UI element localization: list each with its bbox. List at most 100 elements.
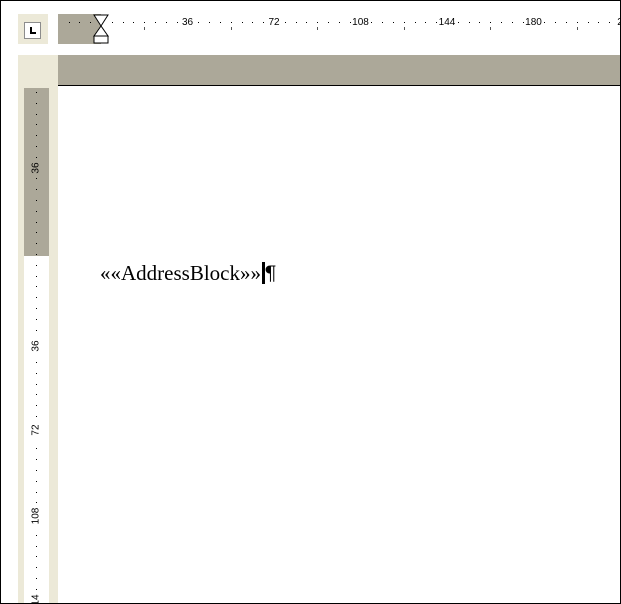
ruler-tick [36, 318, 37, 320]
ruler-tick [36, 232, 37, 234]
address-block-merge-field[interactable]: ««AddressBlock»» ¶ [100, 261, 277, 286]
ruler-tick [457, 22, 459, 23]
ruler-tick [252, 22, 254, 23]
ruler-tick [36, 189, 37, 191]
ruler-tick [36, 254, 37, 255]
ruler-tick [522, 22, 524, 23]
ruler-tick [36, 308, 37, 309]
ruler-tick [36, 102, 37, 104]
ruler-tick [36, 92, 37, 93]
ruler-tick [36, 567, 37, 569]
ruler-tick [555, 22, 557, 23]
ruler-tick [36, 264, 37, 266]
ruler-tick [68, 22, 70, 23]
ruler-tick [565, 22, 567, 23]
ruler-tick [306, 22, 308, 23]
ruler-label: 108 [352, 17, 369, 28]
ruler-tick [36, 156, 37, 158]
ruler-tick [414, 22, 416, 23]
ruler-label: 108 [30, 507, 42, 525]
ruler-tick [576, 22, 578, 23]
paragraph-mark: ¶ [264, 261, 277, 285]
ruler-tick [36, 146, 37, 147]
ruler-tick [165, 22, 167, 23]
ruler-tick [36, 578, 37, 579]
ruler-tick [36, 243, 37, 245]
ruler-half-tick [490, 27, 492, 30]
ruler-tick [338, 22, 340, 23]
ruler-tick [501, 22, 503, 23]
ruler-tick [36, 297, 37, 299]
word-document-window: 36 72 108 144 180 2 36 36 72 108 14 ««AddressBloc… [0, 0, 621, 604]
ruler-tick [36, 113, 37, 115]
ruler-tick [111, 22, 113, 23]
ruler-tick [436, 22, 438, 23]
ruler-tick [371, 22, 373, 23]
ruler-tick [36, 124, 37, 126]
ruler-tick [36, 502, 37, 504]
ruler-half-tick [576, 27, 578, 30]
ruler-tick [468, 22, 470, 23]
ruler-tick [349, 22, 351, 23]
ruler-tick [36, 405, 37, 407]
tab-selector-button[interactable] [18, 14, 48, 44]
ruler-label: 72 [30, 424, 42, 436]
ruler-half-tick [403, 27, 405, 30]
ruler-tick [587, 22, 589, 23]
ruler-tick [176, 22, 178, 23]
ruler-tick [317, 22, 319, 23]
ruler-tick [133, 22, 135, 23]
ruler-tick [209, 22, 211, 23]
ruler-tick [241, 22, 243, 23]
ruler-tick [36, 372, 37, 374]
ruler-tick [36, 588, 37, 590]
ruler-label: 36 [181, 17, 194, 28]
ruler-tick [36, 135, 37, 137]
ruler-tick [36, 275, 37, 277]
ruler-label: 14 [30, 594, 42, 604]
ruler-tick [36, 286, 37, 288]
ruler-tick [544, 22, 546, 23]
ruler-tick [198, 22, 200, 23]
ruler-tick [36, 394, 37, 396]
ruler-tick [609, 22, 611, 23]
ruler-tick [36, 448, 37, 450]
ruler-label: 2 [617, 17, 620, 28]
ruler-tick [598, 22, 600, 23]
ruler-tick [36, 470, 37, 471]
ruler-tick [284, 22, 286, 23]
hourglass-indent-icon[interactable] [92, 14, 110, 44]
ruler-label: 144 [438, 17, 456, 28]
ruler-tick [36, 534, 37, 536]
ruler-half-tick [230, 27, 232, 30]
ruler-label: 72 [268, 17, 280, 28]
ruler-tick [36, 178, 37, 180]
horizontal-ruler[interactable]: 36 72 108 144 180 2 [58, 14, 620, 44]
ruler-tick [36, 383, 37, 385]
document-page[interactable]: ««AddressBlock»» ¶ [58, 86, 620, 603]
ruler-tick [36, 200, 37, 201]
ruler-tick [36, 459, 37, 461]
ruler-tick [36, 556, 37, 558]
merge-field-text: ««AddressBlock»» [100, 261, 261, 285]
ruler-tick [490, 22, 492, 23]
ruler-tick [36, 329, 37, 331]
ruler-tick [36, 362, 37, 363]
ruler-tick [328, 22, 330, 23]
ruler-tick [295, 22, 297, 23]
ruler-label: 36 [30, 340, 42, 352]
ruler-tick [144, 22, 146, 23]
ruler-tick [36, 480, 37, 482]
ruler-tick [382, 22, 384, 23]
ruler-tick [479, 22, 481, 23]
left-tab-icon [24, 22, 41, 39]
ruler-label: 36 [30, 162, 42, 174]
ruler-tick [511, 22, 513, 23]
ruler-tick [36, 416, 37, 417]
vertical-ruler[interactable]: 36 36 72 108 14 [24, 88, 49, 603]
ruler-label: 180 [525, 17, 542, 28]
ruler-tick [425, 22, 427, 23]
ruler-tick [155, 22, 157, 23]
ruler-half-tick [144, 27, 146, 30]
ruler-tick [36, 210, 37, 212]
